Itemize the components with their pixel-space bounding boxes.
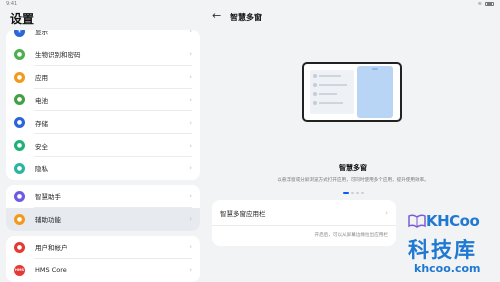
- chevron-right-icon: ›: [189, 192, 192, 201]
- chevron-right-icon: ›: [189, 243, 192, 252]
- multi-window-illustration: [302, 62, 402, 122]
- chevron-right-icon: ›: [189, 73, 192, 82]
- settings-sidebar: 设置 ☀ 显示 › ● 生物识别和密码 › ● 应用 › ● 电池 › ● 存储 › ● 安全 › ● 隐私 › …: [0, 0, 206, 282]
- app-bar-setting-card: 智慧多窗应用栏 › 开启后，可以从屏幕边缘拉出应用栏: [212, 200, 396, 246]
- sidebar-item-accessibility[interactable]: ● 辅助功能 ›: [6, 207, 200, 231]
- app-bar-setting-hint: 开启后，可以从屏幕边缘拉出应用栏: [314, 233, 388, 238]
- user-icon: ●: [14, 241, 25, 253]
- illustration-main-window: [310, 70, 354, 114]
- sidebar-item-storage[interactable]: ● 存储 ›: [6, 111, 200, 134]
- fingerprint-icon: ●: [14, 48, 25, 60]
- display-icon: ☀: [14, 30, 25, 37]
- carousel-indicator[interactable]: [206, 192, 500, 194]
- sidebar-item-shield[interactable]: ● 安全 ›: [6, 134, 200, 157]
- sidebar-item-label: 辅助功能: [35, 216, 61, 225]
- sidebar-item-label: 显示: [35, 30, 48, 37]
- sidebar-item-hms[interactable]: HMS HMS Core ›: [6, 259, 200, 282]
- illustration-floating-window: [357, 66, 393, 118]
- sidebar-item-display[interactable]: ☀ 显示 ›: [6, 30, 200, 43]
- chevron-right-icon: ›: [189, 215, 192, 224]
- feature-description: 以悬浮窗或分屏浏览方式打开应用，可同时使用多个应用，提升使用效率。: [277, 178, 429, 183]
- carousel-dot[interactable]: [360, 192, 364, 194]
- sidebar-item-label: 存储: [35, 119, 48, 128]
- sidebar-item-label: 智慧助手: [35, 193, 61, 202]
- app-bar-setting-item[interactable]: 智慧多窗应用栏 ›: [212, 200, 396, 226]
- watermark-logo: KHCoo: [426, 212, 480, 230]
- sidebar-card-account: ● 用户和帐户 › HMS HMS Core ›: [6, 236, 200, 282]
- sidebar-item-privacy[interactable]: ● 隐私 ›: [6, 157, 200, 180]
- sidebar-item-label: 生物识别和密码: [35, 51, 81, 60]
- back-arrow-icon[interactable]: ←: [212, 9, 221, 22]
- carousel-dot[interactable]: [342, 192, 349, 194]
- shield-icon: ●: [14, 140, 25, 152]
- watermark: KHCoo 科技库 khcoo.com: [404, 212, 500, 282]
- sidebar-card-assist: ● 智慧助手 › ● 辅助功能 ›: [6, 185, 200, 231]
- watermark-url: khcoo.com: [414, 262, 481, 275]
- sidebar-item-label: HMS Core: [35, 266, 67, 275]
- page-title: 智慧多窗: [230, 13, 262, 22]
- apps-icon: ●: [14, 71, 25, 83]
- privacy-icon: ●: [14, 162, 25, 174]
- accessibility-icon: ●: [14, 213, 25, 225]
- settings-title: 设置: [10, 12, 35, 26]
- carousel-dot[interactable]: [355, 192, 359, 194]
- chevron-right-icon: ›: [189, 95, 192, 104]
- hms-icon: HMS: [14, 264, 25, 276]
- sidebar-item-user[interactable]: ● 用户和帐户 ›: [6, 236, 200, 259]
- chevron-right-icon: ›: [385, 208, 388, 217]
- chevron-right-icon: ›: [189, 118, 192, 127]
- assistant-icon: ●: [14, 190, 25, 202]
- feature-title: 智慧多窗: [339, 164, 367, 172]
- storage-icon: ●: [14, 117, 25, 129]
- chevron-right-icon: ›: [189, 50, 192, 59]
- watermark-name: 科技库: [408, 238, 477, 262]
- sidebar-item-fingerprint[interactable]: ● 生物识别和密码 ›: [6, 43, 200, 66]
- chevron-right-icon: ›: [189, 164, 192, 173]
- chevron-right-icon: ›: [189, 141, 192, 150]
- chevron-right-icon: ›: [189, 266, 192, 275]
- sidebar-item-label: 电池: [35, 96, 48, 105]
- sidebar-item-label: 用户和帐户: [35, 244, 68, 253]
- book-logo-icon: [408, 214, 426, 228]
- sidebar-item-assistant[interactable]: ● 智慧助手 ›: [6, 185, 200, 208]
- chevron-right-icon: ›: [189, 30, 192, 36]
- sidebar-item-label: 隐私: [35, 165, 48, 174]
- sidebar-card-system: ● 生物识别和密码 › ● 应用 › ● 电池 › ● 存储 › ● 安全 › ● 隐私 ›: [6, 43, 200, 180]
- battery-icon: ●: [14, 94, 25, 106]
- sidebar-item-apps[interactable]: ● 应用 ›: [6, 66, 200, 89]
- carousel-dot[interactable]: [350, 192, 354, 194]
- app-bar-setting-label: 智慧多窗应用栏: [220, 209, 266, 218]
- sidebar-item-label: 安全: [35, 142, 48, 151]
- sidebar-item-battery[interactable]: ● 电池 ›: [6, 89, 200, 112]
- sidebar-item-label: 应用: [35, 74, 48, 83]
